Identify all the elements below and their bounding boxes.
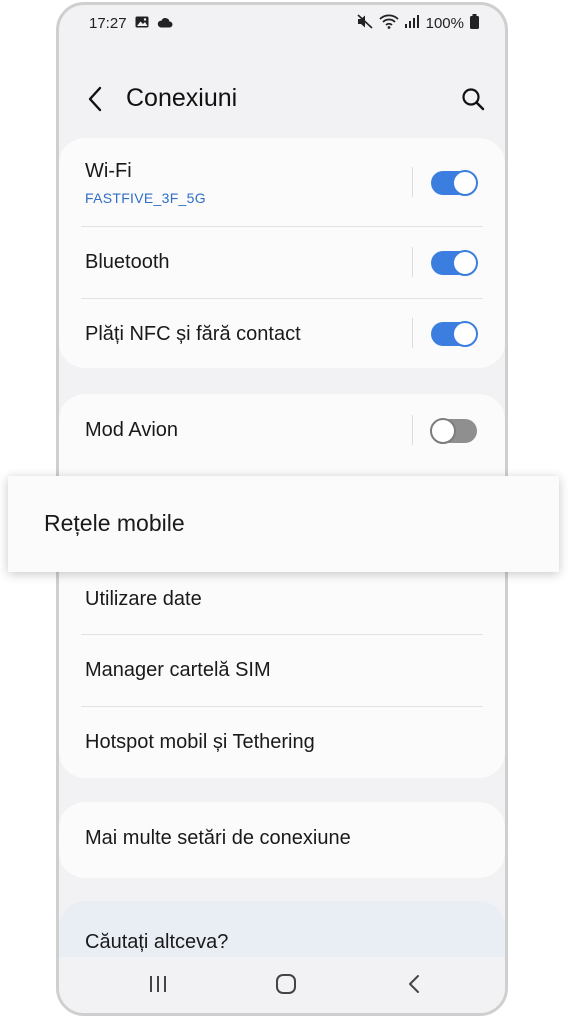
connections-card-2: Mod Avion Utilizare date Manager cartelă… (59, 394, 505, 778)
nfc-toggle[interactable] (431, 321, 478, 347)
mute-icon (357, 13, 373, 33)
back-arrow-icon[interactable] (81, 85, 109, 113)
battery-icon (470, 13, 479, 33)
recents-icon[interactable] (143, 971, 173, 997)
bluetooth-row[interactable]: Bluetooth (59, 227, 505, 297)
wifi-label: Wi-Fi (85, 160, 132, 182)
wifi-toggle[interactable] (431, 170, 478, 196)
more-settings-label: Mai multe setări de conexiune (85, 827, 351, 849)
status-time: 17:27 (89, 14, 127, 32)
wifi-divider (412, 167, 413, 197)
hotspot-label: Hotspot mobil și Tethering (85, 731, 315, 753)
cloud-icon (157, 15, 173, 32)
nfc-divider (412, 318, 413, 348)
airplane-label: Mod Avion (85, 419, 179, 441)
sim-manager-row[interactable]: Manager cartelă SIM (59, 635, 505, 706)
app-header: Conexiuni (59, 77, 505, 121)
wifi-toggle-knob (452, 170, 478, 196)
connections-card-3: Mai multe setări de conexiune (59, 802, 505, 878)
airplane-row[interactable]: Mod Avion (59, 394, 505, 468)
nfc-label: Plăți NFC și fără contact (85, 323, 301, 345)
airplane-divider (412, 415, 413, 445)
sim-manager-label: Manager cartelă SIM (85, 659, 271, 681)
bluetooth-divider (412, 247, 413, 277)
hotspot-row[interactable]: Hotspot mobil și Tethering (59, 707, 505, 778)
wifi-row[interactable]: Wi-Fi FASTFIVE_3F_5G (59, 138, 505, 226)
more-settings-row[interactable]: Mai multe setări de conexiune (59, 802, 505, 878)
wifi-icon (379, 14, 399, 33)
airplane-toggle[interactable] (430, 418, 477, 444)
mobile-networks-highlight[interactable]: Rețele mobile (8, 476, 559, 572)
bluetooth-label: Bluetooth (85, 251, 170, 273)
airplane-toggle-knob (430, 418, 456, 444)
search-icon[interactable] (459, 85, 487, 113)
gallery-icon (135, 15, 149, 32)
navigation-bar (59, 957, 505, 1013)
suggestion-label: Căutați altceva? (85, 931, 229, 953)
data-usage-row[interactable]: Utilizare date (59, 564, 505, 636)
bluetooth-toggle[interactable] (431, 250, 478, 276)
bluetooth-toggle-knob (452, 250, 478, 276)
nfc-toggle-knob (452, 321, 478, 347)
status-bar: 17:27 100% (59, 5, 505, 41)
wifi-network-name: FASTFIVE_3F_5G (85, 190, 206, 206)
page-title: Conexiuni (126, 84, 238, 112)
nav-back-icon[interactable] (399, 971, 429, 997)
mobile-networks-label: Rețele mobile (44, 510, 185, 536)
battery-text: 100% (425, 14, 464, 32)
home-icon[interactable] (271, 971, 301, 997)
connections-card-1: Wi-Fi FASTFIVE_3F_5G Bluetooth Plăți NFC… (59, 138, 505, 368)
data-usage-label: Utilizare date (85, 588, 202, 610)
signal-icon (404, 14, 420, 32)
nfc-row[interactable]: Plăți NFC și fără contact (59, 299, 505, 368)
